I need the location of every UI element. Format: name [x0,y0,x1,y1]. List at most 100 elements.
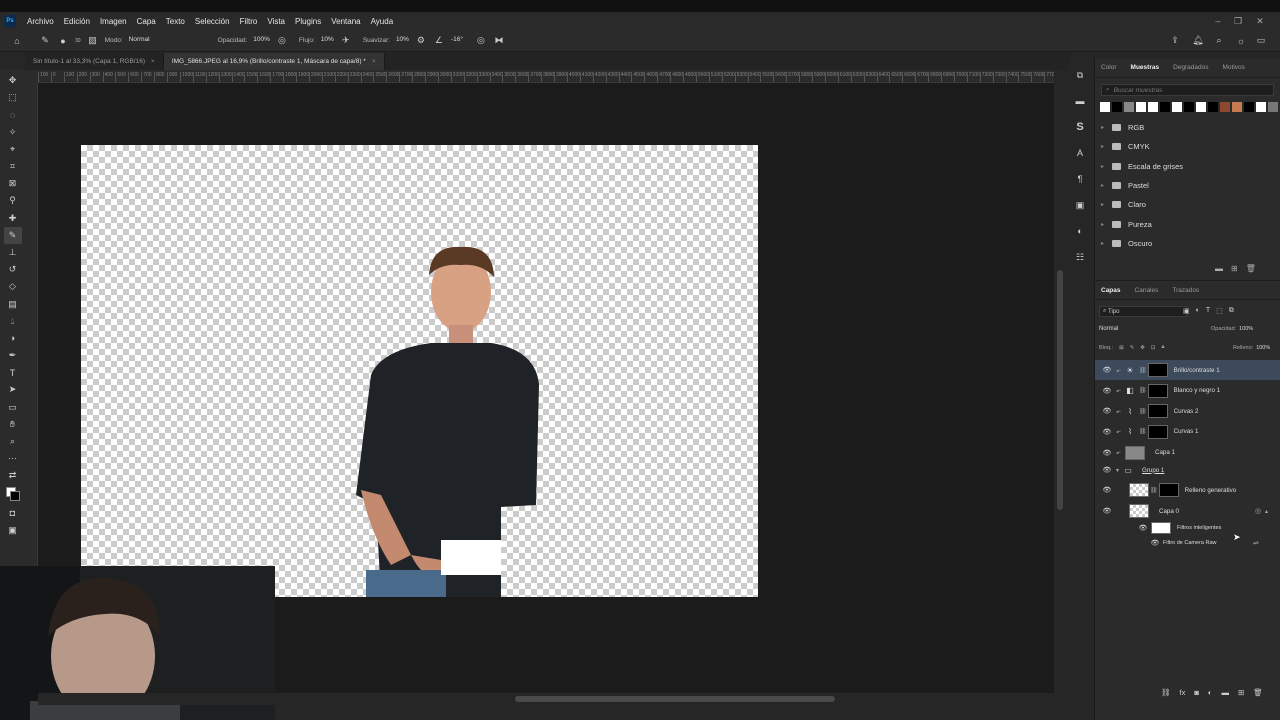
folder-claro[interactable]: ▸ Claro [1095,195,1280,214]
new-group-icon[interactable]: ▬ [1215,264,1223,273]
flow-field[interactable]: 10% [318,35,337,46]
color-swatch[interactable] [1172,102,1182,112]
angle-icon[interactable]: ∠ [432,34,446,48]
type-filter-icon[interactable]: T [1206,307,1210,315]
tab-img-5866[interactable]: IMG_5866.JPEG al 16,9% (Brillo/contraste… [163,53,385,70]
close-icon[interactable]: × [151,58,155,65]
tab-capas[interactable]: Capas [1101,287,1121,294]
folder-rgb[interactable]: ▸ RGB [1095,118,1280,137]
menu-filtro[interactable]: Filtro [235,17,263,26]
libraries-panel-icon[interactable]: ▣ [1071,196,1089,214]
tab-canales[interactable]: Canales [1135,287,1159,294]
layer-grupo-1[interactable]: 👁︎ ▾ ▭ Grupo 1 [1095,461,1280,479]
trash-icon[interactable]: 🗑︎ [1253,688,1263,697]
color-swatch[interactable] [1184,102,1194,112]
close-icon[interactable]: × [372,58,376,65]
eye-icon[interactable]: 👁︎ [1099,449,1115,457]
menu-ayuda[interactable]: Ayuda [366,17,399,26]
share-icon[interactable]: ⇪ [1168,34,1182,48]
blend-mode-select[interactable]: Normal [1099,326,1189,332]
eraser-tool-icon[interactable]: ◇ [4,278,22,295]
lock-all-icon[interactable]: 🔒︎ [1162,344,1165,351]
lock-move-icon[interactable]: ✥ [1140,345,1145,351]
layer-curvas-2[interactable]: 👁︎ ⬐ ⌇ ⛓︎ Curvas 2 [1095,401,1280,421]
menu-edicion[interactable]: Edición [59,17,95,26]
minimize-icon[interactable]: – [1208,12,1228,30]
smart-filter-icon[interactable]: ⧉ [1229,307,1234,315]
color-swatch[interactable] [1160,102,1170,112]
quick-mask-icon[interactable]: ◘ [4,505,22,522]
pixel-filter-icon[interactable]: ▣ [1183,307,1190,315]
layer-thumbnail[interactable] [1129,483,1149,497]
menu-seleccion[interactable]: Selección [190,17,235,26]
eye-icon[interactable]: 👁︎ [1099,507,1115,515]
history-brush-icon[interactable]: ↺ [4,261,22,278]
more-tools-icon[interactable]: ⋯ [4,450,22,467]
color-swatch[interactable] [1100,102,1110,112]
type-tool-icon[interactable]: T [4,364,22,381]
menu-capa[interactable]: Capa [132,17,161,26]
add-mask-icon[interactable]: ◙ [1194,688,1199,697]
eye-icon[interactable]: 👁︎ [1099,428,1115,436]
tab-muestras[interactable]: Muestras [1131,64,1160,71]
airbrush-icon[interactable]: ✈ [339,34,353,48]
layer-relleno-generativo[interactable]: 👁︎ ⛓︎ Relleno generativo [1095,480,1280,500]
layer-mask-thumbnail[interactable] [1158,483,1179,497]
layer-opacity-field[interactable]: 100% [1239,326,1253,332]
swatch-search[interactable]: ⌕ Buscar muestras [1101,84,1274,96]
zoom-tool-icon[interactable]: ⌕ [4,433,22,450]
angle-field[interactable]: -16° [448,35,466,46]
folder-oscuro[interactable]: ▸ Oscuro [1095,234,1280,253]
shape-tool-icon[interactable]: ▭ [4,399,22,416]
gradient-tool-icon[interactable]: ▤ [4,295,22,312]
stamp-tool-icon[interactable]: ⊥ [4,244,22,261]
workspace-icon[interactable]: ▭ [1254,34,1268,48]
brush-preset-icon[interactable]: ● [56,34,70,48]
move-tool-icon[interactable]: ✥ [4,72,22,89]
layer-thumbnail[interactable] [1125,445,1146,460]
folder-pureza[interactable]: ▸ Pureza [1095,214,1280,233]
lock-artboard-icon[interactable]: ⊡ [1151,345,1156,351]
adjustment-filter-icon[interactable]: ◐ [1196,307,1200,315]
search-icon[interactable]: ⌕ [1212,34,1226,48]
tab-color[interactable]: Color [1101,64,1117,71]
menu-vista[interactable]: Vista [262,17,290,26]
eye-icon[interactable]: 👁︎ [1099,486,1115,494]
filter-mask-thumbnail[interactable] [1151,522,1171,534]
trash-icon[interactable]: 🗑︎ [1246,264,1256,273]
tab-sin-titulo[interactable]: Sin título-1 al 33,3% (Capa 1, RGB/16) × [25,53,164,70]
eye-icon[interactable]: 👁︎ [1099,407,1115,415]
pressure-opacity-icon[interactable]: ◎ [275,34,289,48]
screen-mode-icon[interactable]: ▣ [4,522,22,539]
close-window-icon[interactable]: ✕ [1250,12,1270,30]
menu-ventana[interactable]: Ventana [326,17,365,26]
layer-blanco-negro[interactable]: 👁︎ ⬐ ◧ ⛓︎ Blanco y negro 1 [1095,381,1280,401]
tab-motivos[interactable]: Motivos [1223,64,1245,71]
lock-paint-icon[interactable]: ✎ [1130,345,1135,351]
layer-capa-1[interactable]: 👁︎ ⬐ Capa 1 [1095,443,1280,463]
opacity-field[interactable]: 100% [250,35,273,46]
layer-filter-select[interactable]: ⌕ Tipo [1099,306,1187,317]
home-icon[interactable]: ⌂ [10,34,24,48]
smooth-field[interactable]: 10% [393,35,412,46]
menu-archivo[interactable]: Archivo [22,17,59,26]
healing-tool-icon[interactable]: ✚ [4,210,22,227]
layer-filtros-inteligentes[interactable]: 👁︎ Filtros inteligentes [1095,520,1280,536]
eye-icon[interactable]: 👁︎ [1099,366,1115,374]
shape-filter-icon[interactable]: ⬚ [1216,307,1223,315]
color-swatch[interactable] [1196,102,1206,112]
adjustments-panel-icon[interactable]: ◐ [1071,222,1089,240]
lock-transparent-icon[interactable]: ⊠ [1119,345,1124,351]
new-group-icon[interactable]: ▬ [1221,688,1229,697]
layer-capa-0[interactable]: 👁︎ Capa 0 ◎ ▴ [1095,501,1280,521]
menu-plugins[interactable]: Plugins [290,17,326,26]
layer-mask-thumbnail[interactable] [1147,383,1168,398]
lasso-tool-icon[interactable]: ◌ [4,106,22,123]
layer-brillo-contraste[interactable]: 👁︎ ⬐ ☀ ⛓︎ Brillo/contraste 1 [1095,360,1280,380]
blur-tool-icon[interactable]: 💧︎ [4,313,22,330]
lightbulb-icon[interactable]: ☼ [1234,34,1248,48]
layer-mask-thumbnail[interactable] [1147,404,1168,418]
folder-pastel[interactable]: ▸ Pastel [1095,176,1280,195]
new-swatch-icon[interactable]: ⊞ [1231,264,1238,273]
folder-cmyk[interactable]: ▸ CMYK [1095,137,1280,156]
